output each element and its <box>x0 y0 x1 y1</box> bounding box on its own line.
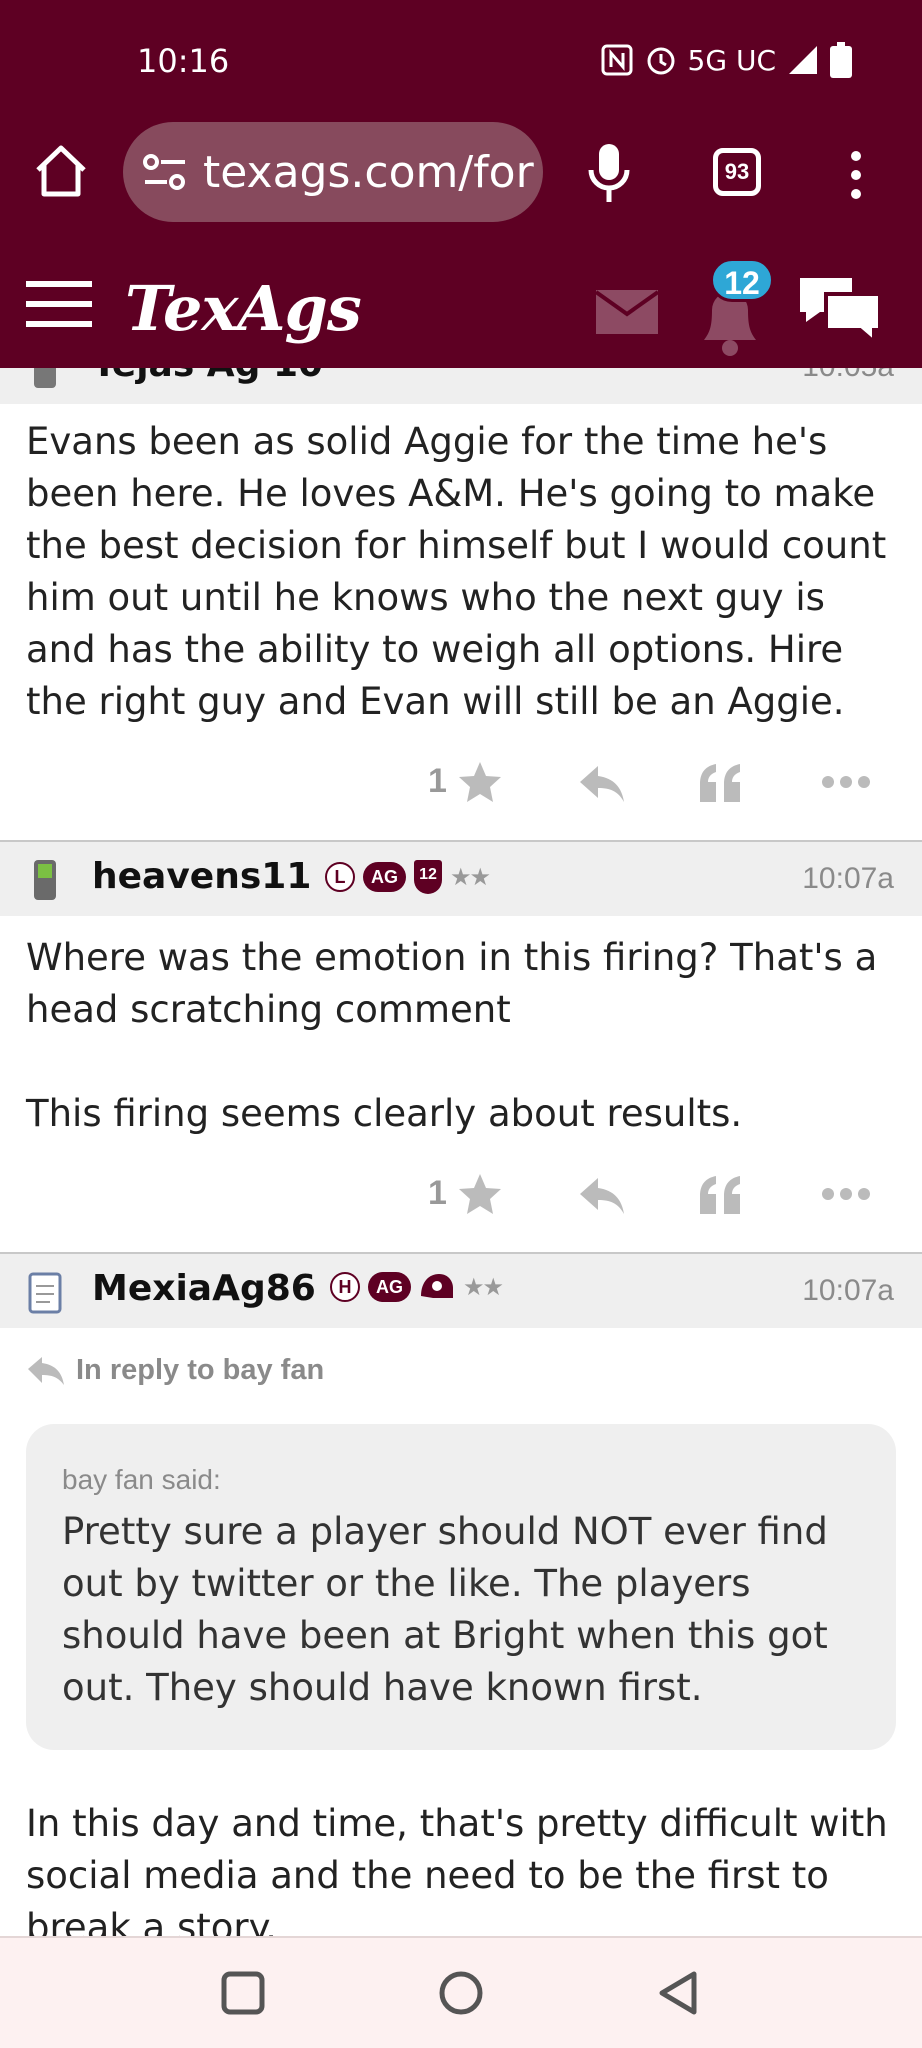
post-header: heavens11 L AG 12 ★★ 10:07a <box>0 840 922 916</box>
alarm-icon <box>647 47 675 75</box>
network-label: 5G UC <box>687 43 776 77</box>
user-badges: L AG 12 ★★ <box>325 860 491 894</box>
star-count: 1 <box>428 762 447 800</box>
recent-apps-icon[interactable] <box>218 1968 268 2018</box>
url-bar-row: texags.com/for 93 <box>0 120 922 230</box>
post-username[interactable]: heavens11 <box>92 856 311 897</box>
post-header: Tejas Ag 10 10:05a <box>0 368 922 404</box>
thread-content: Tejas Ag 10 10:05a Evans been as solid A… <box>0 368 922 1936</box>
post-text: This firing seems clearly about results. <box>26 1092 743 1135</box>
post-username[interactable]: MexiaAg86 <box>92 1268 316 1309</box>
hamburger-menu-icon[interactable] <box>26 279 92 329</box>
address-bar[interactable]: texags.com/for <box>123 122 543 222</box>
more-options-icon[interactable] <box>820 1186 872 1202</box>
post-header: MexiaAg86 H AG ★★ 10:07a <box>0 1252 922 1328</box>
badge-h: H <box>330 1272 360 1302</box>
system-navigation-bar <box>0 1936 922 2048</box>
quote-icon[interactable] <box>698 762 742 804</box>
home-icon[interactable] <box>32 142 90 200</box>
status-bar: 10:16 5G UC <box>0 0 922 120</box>
home-nav-icon[interactable] <box>436 1968 486 2018</box>
post-actions: 1 <box>0 1168 922 1228</box>
post-time: 10:07a <box>802 862 894 895</box>
tab-switcher-button[interactable]: 93 <box>713 148 761 196</box>
quote-block: bay fan said: Pretty sure a player shoul… <box>26 1424 896 1750</box>
reply-icon <box>28 1356 64 1385</box>
avatar <box>34 860 56 900</box>
nfc-icon <box>601 44 633 76</box>
reply-icon[interactable] <box>578 1176 626 1216</box>
status-icons: 5G UC <box>600 42 852 78</box>
in-reply-to[interactable]: In reply to bay fan <box>26 1354 324 1387</box>
badge-l: L <box>325 862 355 892</box>
post-text: In this day and time, that's pretty diff… <box>26 1802 888 1936</box>
badge-stars: ★★ <box>463 1273 504 1301</box>
badge-ag: AG <box>368 1272 411 1302</box>
star-icon[interactable] <box>458 760 502 804</box>
post-time: 10:05a <box>802 368 894 384</box>
post-body: Evans been as solid Aggie for the time h… <box>26 416 896 728</box>
battery-icon <box>830 42 852 78</box>
helmet-icon <box>421 1274 453 1298</box>
badge-stars: ★★ <box>450 863 491 891</box>
reply-icon[interactable] <box>578 764 626 804</box>
post-actions: 1 <box>0 756 922 816</box>
chat-icon[interactable] <box>796 272 884 346</box>
user-badges: H AG ★★ <box>330 1272 504 1302</box>
avatar <box>28 1272 62 1314</box>
avatar <box>34 368 56 388</box>
site-settings-icon[interactable] <box>143 152 187 192</box>
post-username[interactable]: Tejas Ag 10 <box>92 368 323 385</box>
microphone-icon[interactable] <box>586 142 632 204</box>
post-body: In this day and time, that's pretty diff… <box>26 1798 896 1936</box>
post-text: Evans been as solid Aggie for the time h… <box>26 420 887 723</box>
status-time: 10:16 <box>137 42 230 80</box>
back-icon[interactable] <box>654 1968 704 2018</box>
more-options-icon[interactable] <box>820 774 872 790</box>
site-logo[interactable]: TexAgs <box>125 272 362 345</box>
url-text: texags.com/for <box>203 146 534 198</box>
star-count: 1 <box>428 1174 447 1212</box>
in-reply-to-label: In reply to bay fan <box>76 1354 325 1386</box>
signal-icon <box>789 46 817 74</box>
notification-badge: 12 <box>710 258 774 302</box>
post-body: Where was the emotion in this firing? Th… <box>26 932 896 1140</box>
star-icon[interactable] <box>458 1172 502 1216</box>
quote-author: bay fan said: <box>62 1464 221 1495</box>
mail-icon[interactable] <box>596 290 658 334</box>
browser-chrome: 10:16 5G UC texags.com/for 93 TexAgs <box>0 0 922 368</box>
badge-12th-man: 12 <box>414 860 442 894</box>
browser-menu-icon[interactable] <box>848 150 864 200</box>
quote-icon[interactable] <box>698 1174 742 1216</box>
post-time: 10:07a <box>802 1274 894 1307</box>
site-header: TexAgs <box>0 250 922 368</box>
quote-text: Pretty sure a player should NOT ever fin… <box>62 1510 828 1709</box>
badge-ag: AG <box>363 862 406 892</box>
post-text: Where was the emotion in this firing? Th… <box>26 936 878 1031</box>
